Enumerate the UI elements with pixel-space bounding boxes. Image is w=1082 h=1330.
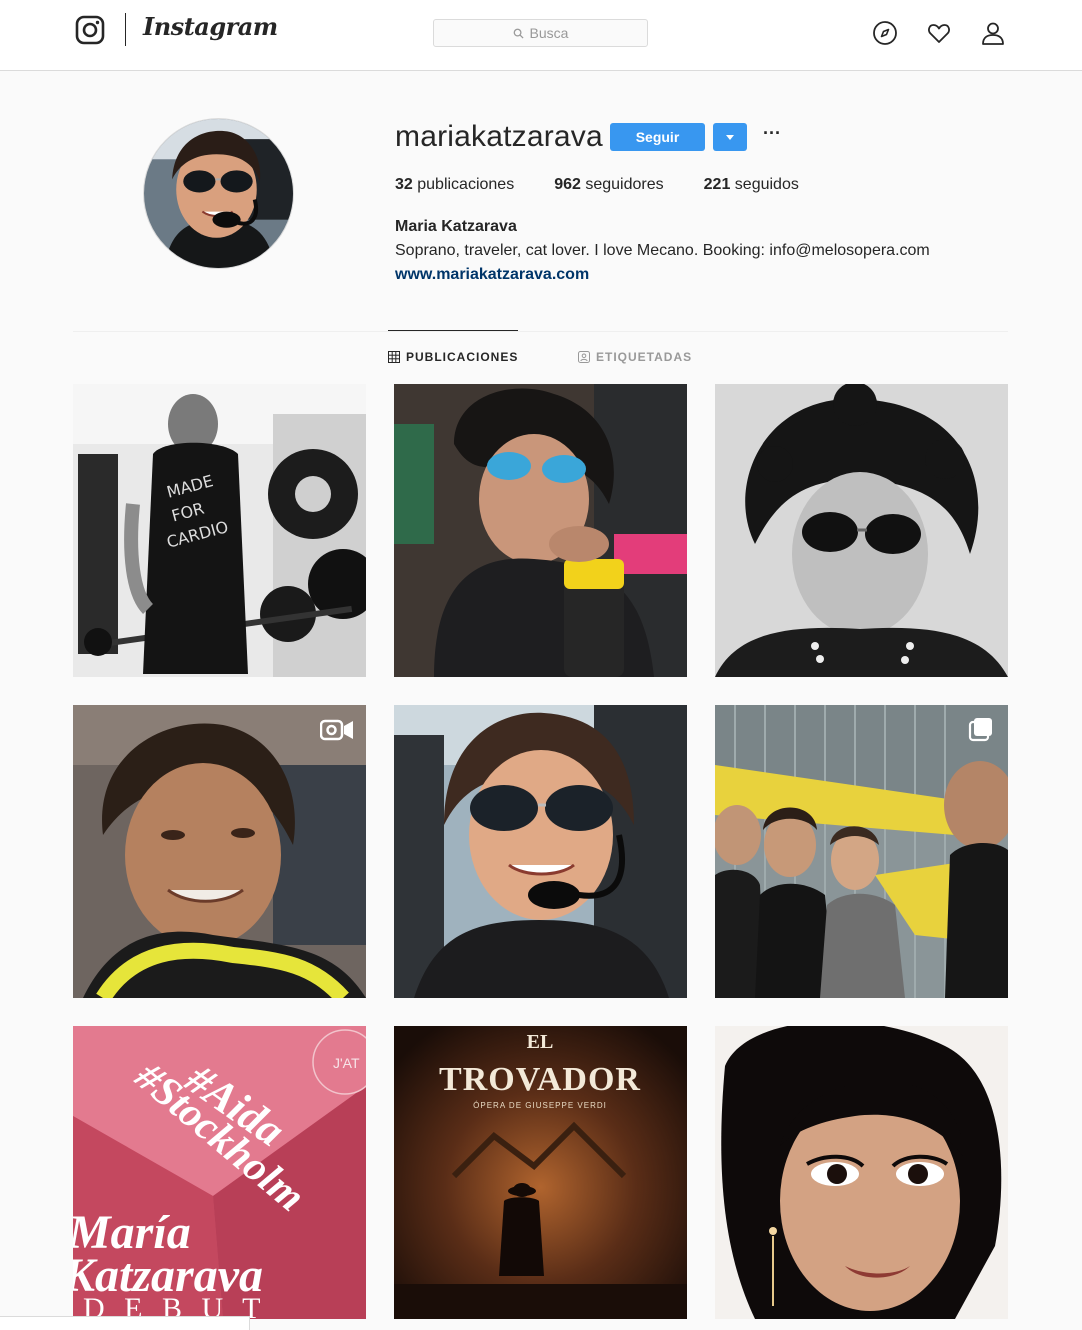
profile-full-name: Maria Katzarava bbox=[395, 218, 517, 235]
grid-icon bbox=[388, 351, 400, 363]
instagram-camera-icon[interactable] bbox=[75, 15, 105, 45]
post-tile[interactable] bbox=[394, 384, 687, 677]
active-tab-indicator bbox=[388, 330, 518, 331]
more-options-icon[interactable]: ··· bbox=[760, 124, 784, 147]
post-image bbox=[715, 1026, 1008, 1319]
post-corner-text: J'AT bbox=[333, 1055, 360, 1071]
post-image bbox=[394, 384, 687, 677]
post-tile[interactable]: J'AT #Aida #Stockholm María Katzarava D … bbox=[73, 1026, 366, 1319]
post-tile[interactable]: EL TROVADOR ÓPERA DE GIUSEPPE VERDI bbox=[394, 1026, 687, 1319]
post-el: EL bbox=[527, 1031, 554, 1053]
post-image: EL TROVADOR ÓPERA DE GIUSEPPE VERDI bbox=[394, 1026, 687, 1319]
tab-posts[interactable]: PUBLICACIONES bbox=[388, 350, 518, 364]
tagged-person-icon bbox=[578, 351, 590, 363]
post-image bbox=[73, 705, 366, 998]
stat-followers-label: seguidores bbox=[585, 176, 664, 193]
profile-avatar bbox=[143, 118, 294, 269]
post-tile[interactable]: MADE FOR CARDIO bbox=[73, 384, 366, 677]
video-camera-icon bbox=[320, 719, 353, 741]
stat-followers-count: 962 bbox=[554, 176, 581, 193]
stat-followers[interactable]: 962 seguidores bbox=[554, 176, 663, 194]
post-tile[interactable] bbox=[715, 1026, 1008, 1319]
tab-tagged[interactable]: ETIQUETADAS bbox=[578, 350, 692, 364]
profile-icon[interactable] bbox=[980, 20, 1006, 46]
post-tile[interactable] bbox=[394, 705, 687, 998]
tab-tagged-label: ETIQUETADAS bbox=[596, 350, 693, 364]
stat-following-label: seguidos bbox=[734, 176, 799, 193]
carousel-icon bbox=[968, 718, 992, 742]
post-tile[interactable] bbox=[715, 705, 1008, 998]
post-tile[interactable] bbox=[73, 705, 366, 998]
post-tile[interactable] bbox=[715, 384, 1008, 677]
stat-posts-count: 32 bbox=[395, 176, 413, 193]
instagram-wordmark[interactable]: Instagram bbox=[143, 12, 278, 41]
search-icon bbox=[513, 28, 524, 39]
search-placeholder: Busca bbox=[529, 25, 569, 41]
tab-posts-label: PUBLICACIONES bbox=[406, 350, 519, 364]
profile-stats: 32 publicaciones 962 seguidores 221 segu… bbox=[395, 176, 839, 194]
stat-posts-label: publicaciones bbox=[417, 176, 515, 193]
tabs-divider bbox=[73, 331, 1008, 332]
heart-icon[interactable] bbox=[926, 20, 952, 46]
post-debut: D E B U T bbox=[83, 1292, 266, 1319]
post-image: J'AT #Aida #Stockholm María Katzarava D … bbox=[73, 1026, 366, 1319]
post-image bbox=[715, 384, 1008, 677]
post-image bbox=[394, 705, 687, 998]
follow-button[interactable]: Seguir bbox=[610, 123, 705, 151]
stat-following[interactable]: 221 seguidos bbox=[704, 176, 799, 194]
compass-icon[interactable] bbox=[872, 20, 898, 46]
profile-bio: Soprano, traveler, cat lover. I love Mec… bbox=[395, 242, 930, 259]
profile-website-link[interactable]: www.mariakatzarava.com bbox=[395, 266, 589, 284]
post-title: TROVADOR bbox=[439, 1061, 641, 1098]
post-subtitle: ÓPERA DE GIUSEPPE VERDI bbox=[473, 1101, 607, 1110]
stat-following-count: 221 bbox=[703, 176, 731, 193]
logo-divider bbox=[125, 13, 126, 46]
stat-posts: 32 publicaciones bbox=[395, 176, 514, 194]
profile-username: mariakatzarava bbox=[395, 120, 603, 153]
bottom-status-strip bbox=[0, 1316, 250, 1330]
search-input[interactable]: Busca bbox=[433, 19, 648, 47]
post-image bbox=[715, 705, 1008, 998]
chevron-down-icon bbox=[726, 134, 734, 140]
suggestions-dropdown-button[interactable] bbox=[713, 123, 747, 151]
top-navigation-bar: Instagram Busca bbox=[0, 0, 1082, 71]
post-image: MADE FOR CARDIO bbox=[73, 384, 366, 677]
